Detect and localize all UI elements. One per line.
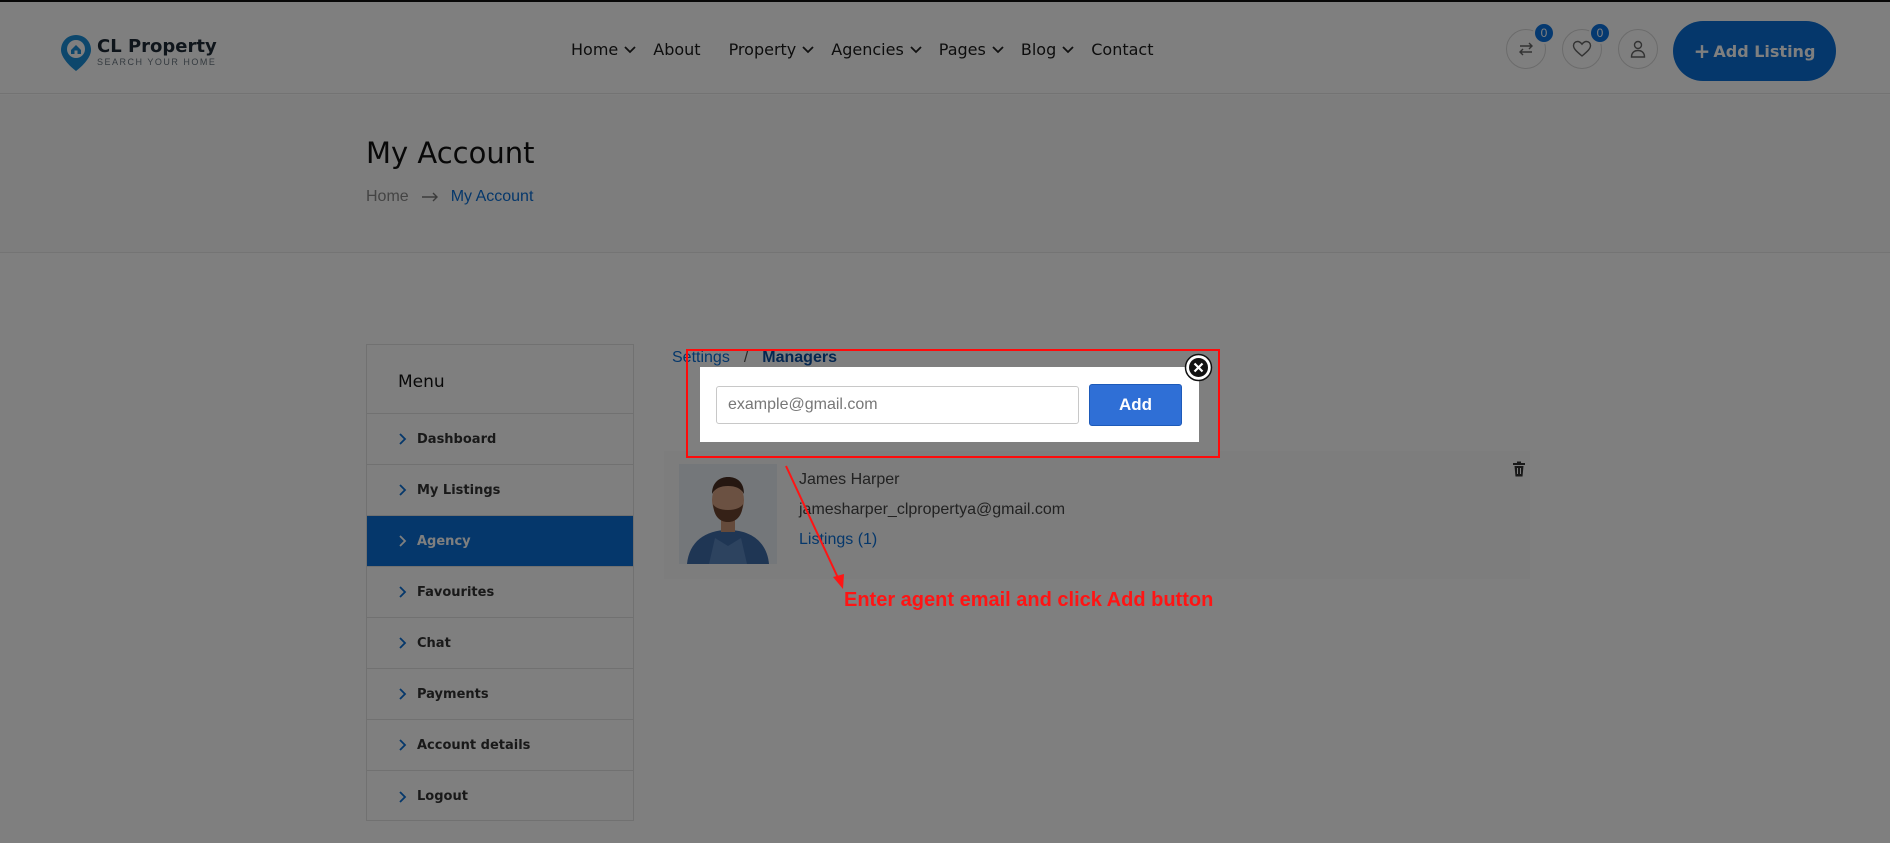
annotation-text: Enter agent email and click Add button bbox=[844, 589, 1214, 611]
highlight-box bbox=[686, 349, 1220, 458]
